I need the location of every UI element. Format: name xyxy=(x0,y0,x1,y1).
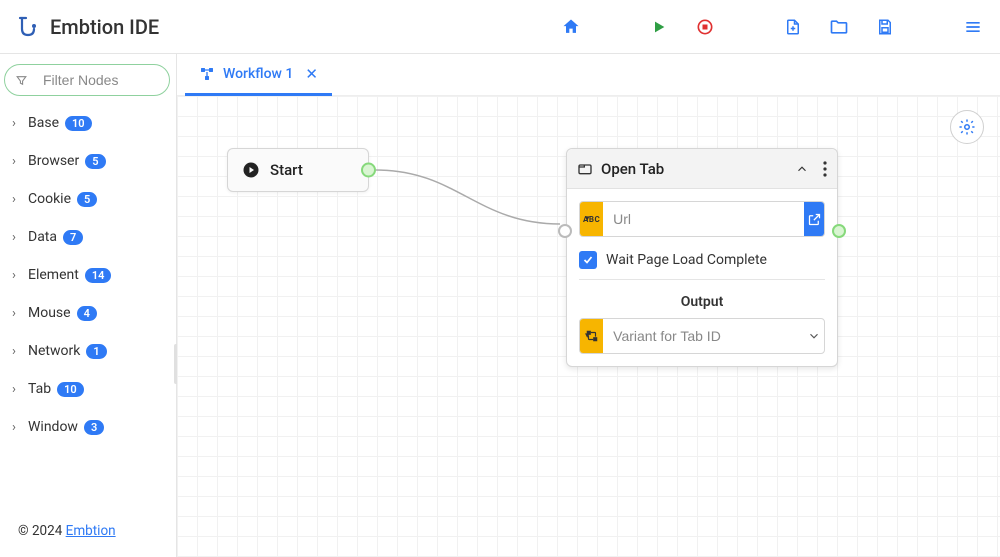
chevron-right-icon: › xyxy=(12,268,22,283)
connector-line xyxy=(177,96,597,296)
open-tab-input-port[interactable] xyxy=(558,224,572,238)
play-circle-icon xyxy=(242,161,260,179)
run-button[interactable] xyxy=(648,16,670,38)
chevron-right-icon: › xyxy=(12,230,22,245)
start-node-label: Start xyxy=(270,161,303,179)
tab-label: Workflow 1 xyxy=(223,66,293,82)
home-button[interactable] xyxy=(560,16,582,38)
tab-workflow-1[interactable]: Workflow 1 ✕ xyxy=(185,54,332,96)
menu-button[interactable] xyxy=(962,16,984,38)
category-label: Cookie xyxy=(28,191,71,207)
sidebar-item-tab[interactable]: › Tab 10 xyxy=(0,370,176,408)
brand: Embtion IDE xyxy=(16,15,159,39)
sidebar-item-window[interactable]: › Window 3 xyxy=(0,408,176,446)
category-label: Browser xyxy=(28,153,79,169)
category-count-badge: 10 xyxy=(57,382,84,397)
tab-close-button[interactable]: ✕ xyxy=(305,65,318,83)
open-tab-output-port[interactable] xyxy=(832,224,846,238)
brand-title: Embtion IDE xyxy=(50,15,159,39)
external-link-icon xyxy=(807,212,822,227)
chevron-right-icon: › xyxy=(12,420,22,435)
sidebar-item-network[interactable]: › Network 1 xyxy=(0,332,176,370)
sidebar-item-cookie[interactable]: › Cookie 5 xyxy=(0,180,176,218)
brand-logo-icon xyxy=(16,15,40,39)
category-count-badge: 4 xyxy=(77,306,97,321)
sidebar: ›Base10›Browser5›Cookie5›Data7›Element14… xyxy=(0,54,177,557)
category-label: Element xyxy=(28,267,79,283)
category-list: ›Base10›Browser5›Cookie5›Data7›Element14… xyxy=(0,104,176,509)
variant-type-selector[interactable]: ▾ xyxy=(580,319,603,353)
chevron-right-icon: › xyxy=(12,382,22,397)
open-tab-node[interactable]: Open Tab ▾ ABC xyxy=(566,148,838,367)
sidebar-item-browser[interactable]: › Browser 5 xyxy=(0,142,176,180)
workflow-icon xyxy=(199,66,215,82)
category-count-badge: 10 xyxy=(65,116,92,131)
chevron-right-icon: › xyxy=(12,192,22,207)
tabbar: Workflow 1 ✕ xyxy=(177,54,1000,96)
open-tab-title: Open Tab xyxy=(601,160,787,178)
chevron-right-icon: › xyxy=(12,306,22,321)
category-label: Network xyxy=(28,343,80,359)
wait-checkbox-row[interactable]: Wait Page Load Complete xyxy=(579,251,825,269)
more-icon[interactable] xyxy=(823,161,827,177)
category-label: Base xyxy=(28,115,59,131)
footer-link[interactable]: Embtion xyxy=(66,523,116,539)
topbar: Embtion IDE xyxy=(0,0,1000,54)
category-label: Mouse xyxy=(28,305,71,321)
filter-input-wrap[interactable] xyxy=(4,64,170,96)
category-count-badge: 5 xyxy=(77,192,97,207)
chevron-right-icon: › xyxy=(12,344,22,359)
variant-field-row: ▾ xyxy=(579,318,825,354)
gear-icon xyxy=(958,118,976,136)
copyright-text: © 2024 xyxy=(18,523,66,539)
start-output-port[interactable] xyxy=(361,163,376,178)
category-count-badge: 14 xyxy=(85,268,112,283)
canvas[interactable]: Start Open Tab ▾ ABC xyxy=(177,96,1000,557)
wait-label: Wait Page Load Complete xyxy=(606,252,767,268)
url-field-row: ▾ ABC xyxy=(579,201,825,237)
open-url-button[interactable] xyxy=(804,202,824,236)
wait-checkbox[interactable] xyxy=(579,251,597,269)
topbar-actions xyxy=(560,16,984,38)
sidebar-item-base[interactable]: › Base 10 xyxy=(0,104,176,142)
variant-input[interactable] xyxy=(603,319,804,353)
chevron-down-icon xyxy=(807,329,821,343)
open-folder-button[interactable] xyxy=(828,16,850,38)
new-file-button[interactable] xyxy=(782,16,804,38)
url-type-selector[interactable]: ▾ ABC xyxy=(580,202,603,236)
category-count-badge: 3 xyxy=(84,420,104,435)
filter-icon xyxy=(15,74,28,87)
category-count-badge: 7 xyxy=(63,230,83,245)
check-icon xyxy=(582,254,594,266)
chevron-right-icon: › xyxy=(12,116,22,131)
sidebar-item-mouse[interactable]: › Mouse 4 xyxy=(0,294,176,332)
tab-icon xyxy=(577,161,593,177)
category-count-badge: 5 xyxy=(85,154,105,169)
category-label: Window xyxy=(28,419,78,435)
sidebar-item-data[interactable]: › Data 7 xyxy=(0,218,176,256)
output-section-label: Output xyxy=(579,294,825,310)
sidebar-item-element[interactable]: › Element 14 xyxy=(0,256,176,294)
category-count-badge: 1 xyxy=(86,344,106,359)
url-input[interactable] xyxy=(603,202,804,236)
save-button[interactable] xyxy=(874,16,896,38)
canvas-settings-button[interactable] xyxy=(950,110,984,144)
start-node[interactable]: Start xyxy=(227,148,369,192)
footer: © 2024 Embtion xyxy=(0,509,176,557)
collapse-icon[interactable] xyxy=(795,162,809,176)
category-label: Tab xyxy=(28,381,51,397)
open-tab-body: ▾ ABC Wait Page Load Complete xyxy=(567,189,837,366)
stop-button[interactable] xyxy=(694,16,716,38)
chevron-right-icon: › xyxy=(12,154,22,169)
category-label: Data xyxy=(28,229,57,245)
divider xyxy=(579,279,825,280)
variant-dropdown-button[interactable] xyxy=(804,319,824,353)
open-tab-header[interactable]: Open Tab xyxy=(567,149,837,189)
workspace: Workflow 1 ✕ Start Open Tab xyxy=(177,54,1000,557)
